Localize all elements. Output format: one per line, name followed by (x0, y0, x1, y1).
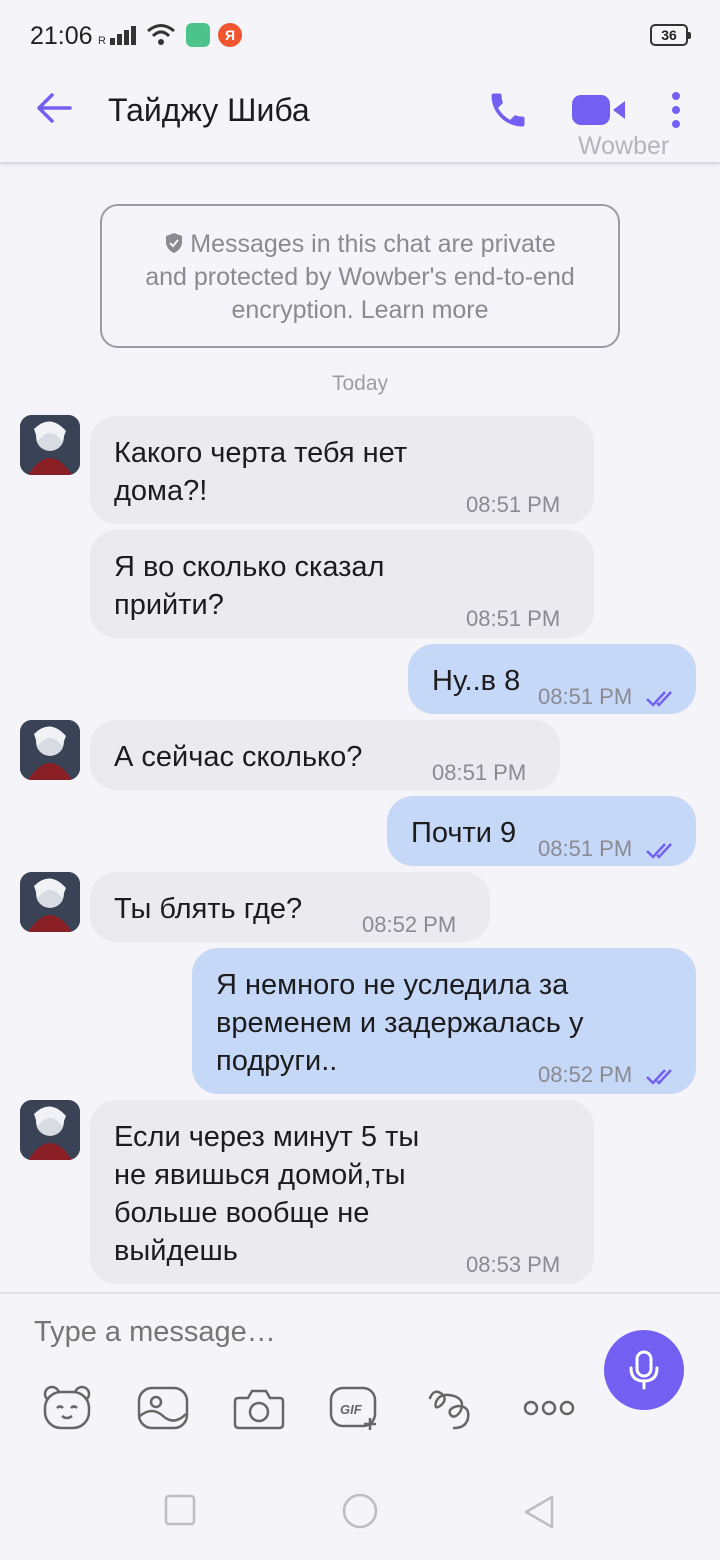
more-dots-icon[interactable] (522, 1384, 576, 1432)
back-button-icon[interactable] (522, 1494, 556, 1535)
signal-icon: R (98, 24, 142, 51)
svg-text:GIF: GIF (340, 1402, 363, 1417)
status-time: 21:06 (30, 22, 93, 50)
contact-avatar[interactable] (20, 415, 80, 475)
system-navigation-bar (0, 1472, 720, 1560)
message-time: 08:51 PM (466, 606, 561, 631)
camera-icon[interactable] (232, 1384, 286, 1432)
gallery-icon[interactable] (136, 1384, 190, 1432)
voice-message-button[interactable] (604, 1330, 684, 1410)
message-time: 08:52 PM (362, 912, 457, 937)
message-text-line: Ну..в 8 (432, 665, 521, 697)
message-time: 08:51 PM (466, 492, 561, 517)
message-text-line: дома?! (114, 475, 208, 507)
read-receipt-icon (646, 832, 678, 870)
doodle-icon[interactable] (424, 1384, 478, 1432)
watermark-label: Wowber (578, 132, 670, 160)
outgoing-message-bubble[interactable]: Я немного не уследила за временем и заде… (192, 948, 696, 1094)
message-time: 08:51 PM (538, 836, 633, 861)
sticker-icon[interactable] (40, 1384, 94, 1432)
home-button-icon[interactable] (341, 1492, 379, 1535)
gif-icon[interactable]: GIF (328, 1384, 382, 1432)
incoming-message-bubble[interactable]: Ты блять где? 08:52 PM (90, 872, 490, 942)
message-text-line: больше вообще не (114, 1197, 370, 1229)
message-text-line: выйдешь (114, 1235, 238, 1267)
more-options-icon[interactable] (664, 90, 688, 130)
message-text-line: подруги.. (216, 1045, 338, 1077)
message-text-line: Почти 9 (411, 817, 517, 849)
notice-line-3: encryption. Learn more (231, 296, 489, 324)
message-text-line: А сейчас сколько? (114, 741, 363, 773)
incoming-message-bubble[interactable]: Я во сколько сказал прийти? 08:51 PM (90, 530, 594, 638)
recents-button-icon[interactable] (164, 1494, 196, 1531)
app-notification-icon (186, 23, 210, 47)
message-text-line: временем и задержалась у (216, 1007, 584, 1039)
phone-call-icon[interactable] (486, 88, 530, 132)
encryption-notice[interactable]: Messages in this chat are private and pr… (100, 204, 620, 348)
message-text-line: прийти? (114, 589, 224, 621)
message-text-line: Ты блять где? (114, 893, 303, 925)
outgoing-message-bubble[interactable]: Ну..в 8 08:51 PM (408, 644, 696, 714)
message-text-line: Я во сколько сказал (114, 551, 385, 583)
message-input[interactable] (34, 1316, 574, 1349)
message-time: 08:51 PM (432, 760, 527, 785)
yandex-notification-icon: Я (218, 23, 242, 47)
date-separator: Today (331, 372, 389, 395)
contact-name[interactable]: Тайджу Шиба (108, 92, 310, 129)
message-composer: GIF (0, 1292, 720, 1472)
outgoing-message-bubble[interactable]: Почти 9 08:51 PM (387, 796, 696, 866)
video-call-icon[interactable] (570, 92, 628, 128)
wifi-icon (146, 22, 176, 51)
microphone-icon (629, 1350, 659, 1390)
network-type-label: R (98, 35, 106, 46)
incoming-message-bubble[interactable]: Какого черта тебя нет дома?! 08:51 PM (90, 416, 594, 524)
contact-avatar[interactable] (20, 720, 80, 780)
notice-line-1: Messages in this chat are private (102, 228, 618, 261)
read-receipt-icon (646, 1058, 678, 1096)
message-text-line: не явишься домой,ты (114, 1159, 406, 1191)
message-time: 08:51 PM (538, 684, 633, 709)
chat-header: Тайджу Шиба Wowber (0, 58, 720, 164)
message-time: 08:52 PM (538, 1062, 633, 1087)
shield-icon (166, 233, 183, 253)
battery-indicator: 36 (650, 24, 691, 46)
contact-avatar[interactable] (20, 872, 80, 932)
notice-line-2: and protected by Wowber's end-to-end (145, 263, 575, 291)
message-text-line: Если через минут 5 ты (114, 1121, 420, 1153)
back-arrow-icon[interactable] (34, 88, 74, 128)
read-receipt-icon (646, 680, 678, 718)
message-text-line: Какого черта тебя нет (114, 437, 408, 469)
message-time: 08:53 PM (466, 1252, 561, 1277)
incoming-message-bubble[interactable]: Если через минут 5 ты не явишься домой,т… (90, 1100, 594, 1284)
incoming-message-bubble[interactable]: А сейчас сколько? 08:51 PM (90, 720, 560, 790)
status-bar: 21:06 R Я 36 (0, 0, 720, 58)
contact-avatar[interactable] (20, 1100, 80, 1160)
message-text-line: Я немного не уследила за (216, 969, 569, 1001)
